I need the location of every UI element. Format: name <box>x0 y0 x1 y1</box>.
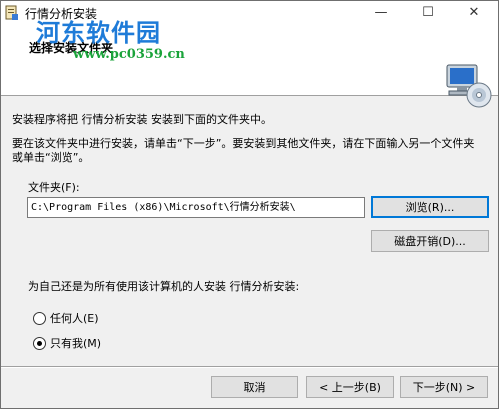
folder-path-input[interactable]: C:\Program Files (x86)\Microsoft\行情分析安装\ <box>27 197 365 218</box>
watermark-url: www.pc0359.cn <box>73 47 185 62</box>
minimize-button[interactable]: — <box>358 1 404 27</box>
installer-window: 行情分析安装 — ☐ ✕ 选择安装文件夹 河东软件园 www.pc0359.cn… <box>0 0 499 409</box>
watermark-logo: 河东软件园 <box>36 18 161 47</box>
cancel-button[interactable]: 取消 <box>211 376 298 398</box>
radio-just-me[interactable]: 只有我(M) <box>33 335 101 351</box>
computer-disc-icon <box>446 64 492 108</box>
radio-everyone[interactable]: 任何人(E) <box>33 310 99 326</box>
radio-just-me-indicator[interactable] <box>33 336 46 350</box>
radio-just-me-label: 只有我(M) <box>50 337 102 350</box>
maximize-icon: ☐ <box>422 5 434 20</box>
close-button[interactable]: ✕ <box>451 1 497 27</box>
radio-everyone-indicator[interactable] <box>33 311 46 325</box>
minimize-icon: — <box>374 5 388 20</box>
installer-app-icon <box>5 5 18 20</box>
install-description: 安装程序将把 行情分析安装 安装到下面的文件夹中。 <box>12 113 272 126</box>
back-button[interactable]: < 上一步(B) <box>306 376 394 398</box>
maximize-button[interactable]: ☐ <box>405 1 451 27</box>
folder-label: 文件夹(F): <box>28 181 80 194</box>
radio-everyone-label: 任何人(E) <box>50 312 99 325</box>
disk-cost-button[interactable]: 磁盘开销(D)... <box>371 230 489 252</box>
install-for-label: 为自己还是为所有使用该计算机的人安装 行情分析安装: <box>28 280 300 293</box>
close-icon: ✕ <box>468 5 480 20</box>
next-button[interactable]: 下一步(N) > <box>400 376 488 398</box>
footer-divider <box>1 366 498 368</box>
install-instructions: 要在该文件夹中进行安装，请单击“下一步”。要安装到其他文件夹，请在下面输入另一个… <box>12 137 475 164</box>
browse-button[interactable]: 浏览(R)... <box>371 196 489 218</box>
